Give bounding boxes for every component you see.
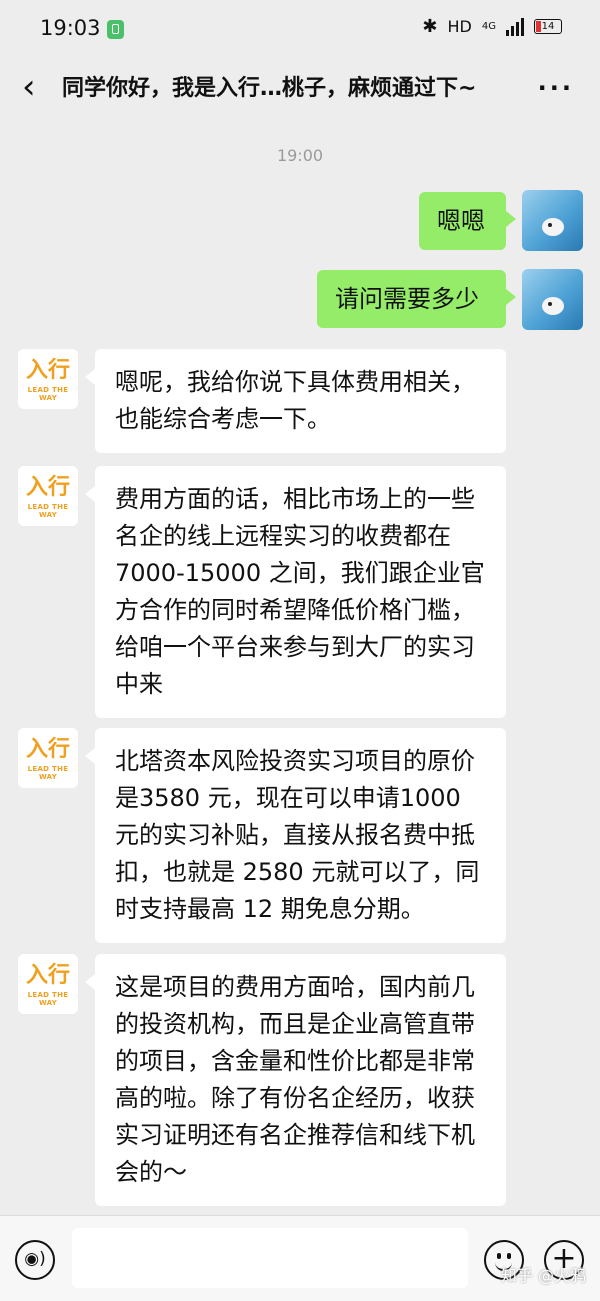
message-bubble-sent[interactable]: 请问需要多少 <box>317 270 516 328</box>
signal-icon <box>506 17 524 36</box>
message-bubble-received[interactable]: 北塔资本风险投资实习项目的原价是3580 元，现在可以申请1000 元的实习补贴… <box>85 728 506 943</box>
message-bubble-sent[interactable]: 嗯嗯 <box>419 192 516 250</box>
message-input[interactable] <box>72 1228 468 1288</box>
status-time: 19:03 <box>40 16 101 40</box>
company-logo-text: 入行 <box>25 963 70 988</box>
company-tagline: LEAD THE WAY <box>27 991 69 1007</box>
network-label: HD <box>447 17 472 36</box>
voice-icon[interactable]: ◉) <box>15 1240 55 1280</box>
company-logo-text: 入行 <box>25 475 70 500</box>
message-bubble-received[interactable]: 费用方面的话，相比市场上的一些名企的线上远程实习的收费都在7000-15000 … <box>85 466 506 718</box>
my-avatar[interactable] <box>522 190 583 251</box>
chat-input-bar: ◉) + <box>0 1215 600 1301</box>
network-type: 4G <box>481 21 496 32</box>
contact-avatar[interactable]: 入行 LEAD THE WAY <box>18 466 78 526</box>
message-bubble-received[interactable]: 这是项目的费用方面哈，国内前几的投资机构，而且是企业高管直带的项目，含金量和性价… <box>85 954 506 1206</box>
company-tagline: LEAD THE WAY <box>27 503 69 519</box>
bluetooth-icon: ✱ <box>422 16 438 37</box>
contact-avatar[interactable]: 入行 LEAD THE WAY <box>18 728 78 788</box>
watermark: 知乎 @火鸦 <box>500 1266 586 1285</box>
more-icon[interactable]: ··· <box>538 74 574 102</box>
message-bubble-received[interactable]: 嗯呢，我给你说下具体费用相关，也能综合考虑一下。 <box>85 349 506 453</box>
message-timestamp: 19:00 <box>276 146 324 165</box>
status-indicators: ✱ HD 4G 14 <box>422 16 562 37</box>
status-bar: 19:03 ✱ HD 4G 14 <box>0 0 600 58</box>
app-notification-icon <box>107 20 124 39</box>
chat-header: ‹ 同学你好，我是入行…桃子，麻烦通过下~ ··· <box>0 58 600 120</box>
company-tagline: LEAD THE WAY <box>27 765 69 781</box>
contact-avatar[interactable]: 入行 LEAD THE WAY <box>18 349 78 409</box>
battery-icon: 14 <box>534 19 562 34</box>
my-avatar[interactable] <box>522 269 583 330</box>
contact-avatar[interactable]: 入行 LEAD THE WAY <box>18 954 78 1014</box>
company-logo-text: 入行 <box>25 358 70 383</box>
chat-title: 同学你好，我是入行…桃子，麻烦通过下~ <box>62 76 477 101</box>
company-tagline: LEAD THE WAY <box>27 386 69 402</box>
chevron-left-icon[interactable]: ‹ <box>22 68 36 106</box>
company-logo-text: 入行 <box>25 737 70 762</box>
